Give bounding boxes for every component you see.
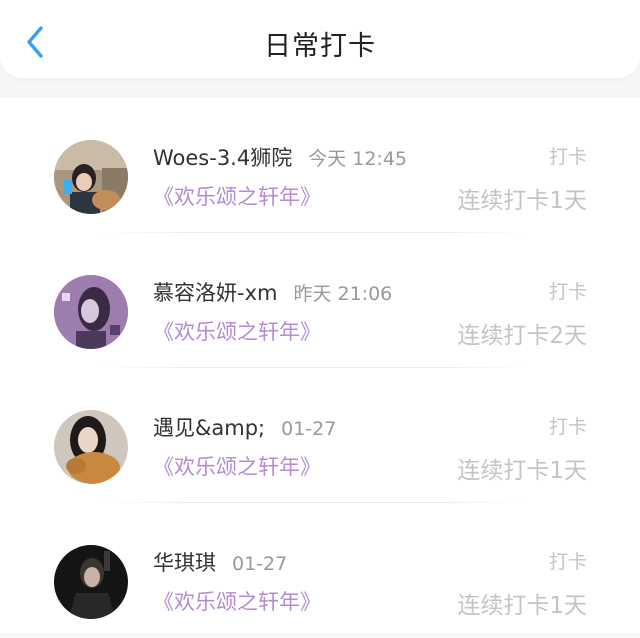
checkin-label: 打卡 <box>548 146 587 168</box>
timestamp: 01-27 <box>281 418 337 440</box>
book-link[interactable]: 《欢乐颂之轩年》 <box>153 316 321 346</box>
checkin-label: 打卡 <box>548 416 587 438</box>
streak-text: 连续打卡1天 <box>457 593 587 619</box>
avatar[interactable] <box>54 275 128 349</box>
timestamp: 昨天 21:06 <box>293 283 393 305</box>
streak-text: 连续打卡2天 <box>457 323 587 349</box>
avatar[interactable] <box>54 140 128 214</box>
avatar[interactable] <box>54 545 128 619</box>
list-item[interactable]: 慕容洛妍-xm 昨天 21:06 《欢乐颂之轩年》 打卡 连续打卡2天 <box>0 233 640 368</box>
list-item[interactable]: 遇见&amp; 01-27 《欢乐颂之轩年》 打卡 连续打卡1天 <box>0 368 640 503</box>
user-name[interactable]: 遇见&amp; <box>153 412 265 442</box>
user-name[interactable]: Woes-3.4狮院 <box>153 142 292 172</box>
name-row: Woes-3.4狮院 今天 12:45 <box>153 142 407 172</box>
checkin-label: 打卡 <box>548 551 587 573</box>
book-link[interactable]: 《欢乐颂之轩年》 <box>153 181 321 211</box>
name-row: 华琪琪 01-27 <box>153 547 287 577</box>
timestamp: 01-27 <box>232 553 288 575</box>
user-name[interactable]: 慕容洛妍-xm <box>153 277 277 307</box>
list-item[interactable]: 华琪琪 01-27 《欢乐颂之轩年》 打卡 连续打卡1天 <box>0 503 640 638</box>
streak-text: 连续打卡1天 <box>457 188 587 214</box>
book-link[interactable]: 《欢乐颂之轩年》 <box>153 451 321 481</box>
user-name[interactable]: 华琪琪 <box>153 547 216 577</box>
checkin-label: 打卡 <box>548 281 587 303</box>
checkin-list: Woes-3.4狮院 今天 12:45 《欢乐颂之轩年》 打卡 连续打卡1天 慕… <box>0 98 640 633</box>
avatar[interactable] <box>54 410 128 484</box>
book-link[interactable]: 《欢乐颂之轩年》 <box>153 586 321 616</box>
list-item[interactable]: Woes-3.4狮院 今天 12:45 《欢乐颂之轩年》 打卡 连续打卡1天 <box>0 98 640 233</box>
name-row: 遇见&amp; 01-27 <box>153 412 336 442</box>
name-row: 慕容洛妍-xm 昨天 21:06 <box>153 277 392 307</box>
streak-text: 连续打卡1天 <box>457 458 587 484</box>
top-bar: 日常打卡 <box>0 0 640 78</box>
page-title: 日常打卡 <box>264 31 376 62</box>
timestamp: 今天 12:45 <box>308 148 408 170</box>
